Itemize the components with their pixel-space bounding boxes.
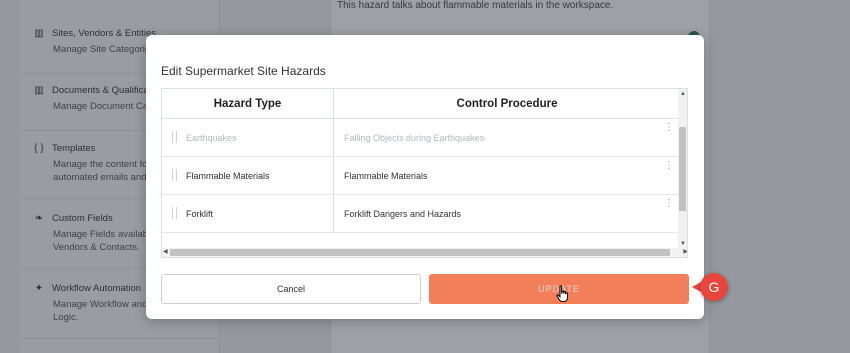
- drag-handle-icon[interactable]: [172, 169, 177, 181]
- scroll-up-icon[interactable]: ▲: [680, 91, 686, 97]
- more-options-icon[interactable]: ⋮: [664, 199, 674, 209]
- more-options-icon[interactable]: ⋮: [664, 161, 674, 171]
- cancel-button[interactable]: Cancel: [161, 274, 421, 304]
- column-header-hazard-type: Hazard Type: [162, 89, 334, 118]
- control-cell: Forklift Dangers and Hazards ⋮: [334, 195, 680, 232]
- scroll-right-icon[interactable]: ▶: [683, 248, 687, 255]
- vertical-scrollbar[interactable]: ▲ ▼: [678, 89, 687, 249]
- horizontal-scrollbar[interactable]: ◀ ▶: [162, 248, 687, 257]
- control-name: Falling Objects during Earthquakes: [344, 132, 485, 143]
- hazard-cell: Forklift: [162, 195, 334, 232]
- hazard-name: Forklift: [186, 208, 213, 219]
- table-row[interactable]: Flammable Materials Flammable Materials …: [162, 157, 680, 195]
- modal-title: Edit Supermarket Site Hazards: [161, 64, 326, 78]
- drag-handle-icon[interactable]: [172, 207, 177, 219]
- more-options-icon[interactable]: ⋮: [664, 123, 674, 133]
- drag-handle-icon[interactable]: [172, 131, 177, 143]
- scroll-left-icon[interactable]: ◀: [163, 248, 168, 255]
- hazard-cell: Earthquakes: [162, 119, 334, 156]
- step-badge: G: [700, 273, 728, 301]
- column-header-control-procedure: Control Procedure: [456, 97, 558, 110]
- control-cell: Flammable Materials ⋮: [334, 157, 680, 194]
- scroll-down-icon[interactable]: ▼: [680, 241, 686, 247]
- control-name: Flammable Materials: [344, 170, 428, 181]
- table-row[interactable]: Earthquakes Falling Objects during Earth…: [162, 119, 680, 157]
- hand-cursor-icon: [556, 285, 569, 302]
- hazard-name: Flammable Materials: [186, 170, 270, 181]
- hazard-cell: Flammable Materials: [162, 157, 334, 194]
- table-row[interactable]: Forklift Forklift Dangers and Hazards ⋮: [162, 195, 680, 233]
- control-name: Forklift Dangers and Hazards: [344, 208, 462, 219]
- edit-hazards-modal: Edit Supermarket Site Hazards Hazard Typ…: [146, 35, 704, 319]
- scrollbar-thumb[interactable]: [170, 249, 670, 256]
- hazards-table: Hazard Type Control Procedure Earthquake…: [161, 88, 688, 258]
- scrollbar-thumb[interactable]: [679, 127, 686, 211]
- control-cell: Falling Objects during Earthquakes ⋮: [334, 119, 680, 156]
- hazard-name: Earthquakes: [186, 132, 237, 143]
- table-header: Hazard Type Control Procedure: [162, 89, 680, 119]
